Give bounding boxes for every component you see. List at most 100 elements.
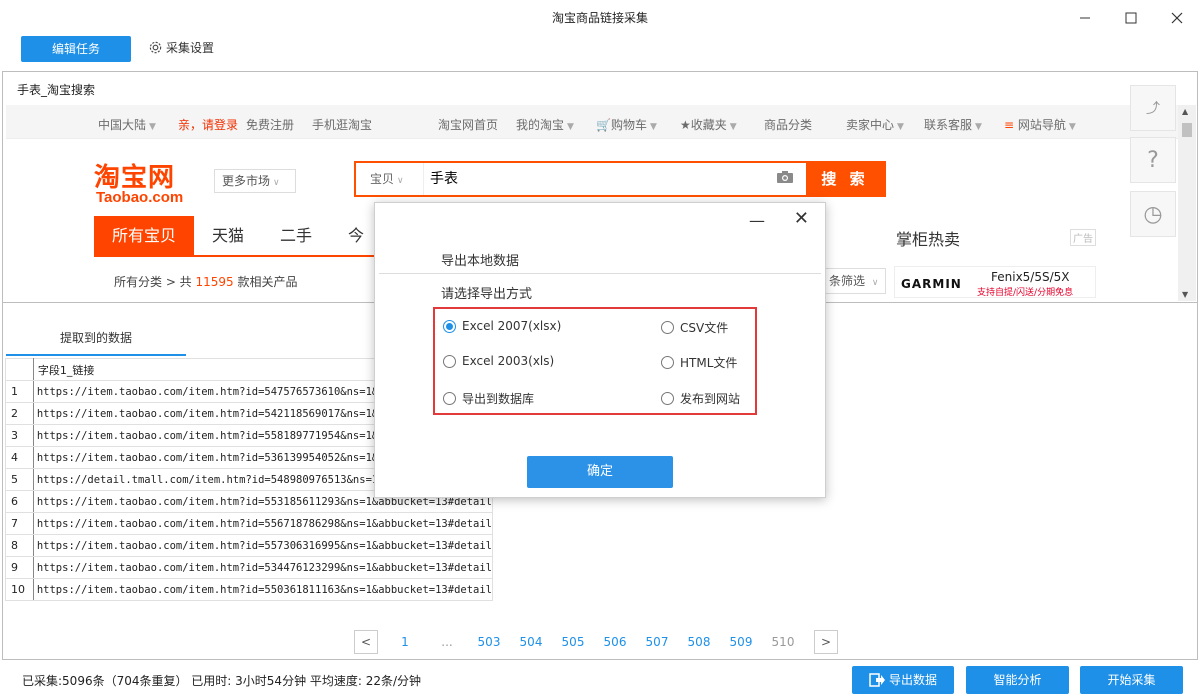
option-excel-2007[interactable]: Excel 2007(xlsx) — [443, 319, 561, 333]
chevron-down-icon: ▼ — [729, 122, 737, 132]
chevron-down-icon: ∨ — [273, 178, 280, 188]
window-title: 淘宝商品链接采集 — [551, 11, 648, 25]
close-button[interactable] — [1154, 0, 1200, 36]
window-controls — [1062, 0, 1200, 36]
radio-publish-website[interactable] — [661, 392, 674, 405]
chevron-down-icon: ∨ — [871, 278, 879, 288]
search-type-select[interactable]: 宝贝 ∨ — [356, 163, 424, 195]
prev-page-button[interactable]: < — [354, 630, 378, 654]
nav-customer-service[interactable]: 联系客服 ▼ — [924, 116, 982, 133]
search-button[interactable]: 搜 索 — [806, 163, 884, 195]
row-index: 5 — [5, 468, 34, 491]
dialog-close-button[interactable]: ✕ — [794, 208, 809, 229]
camera-icon[interactable] — [776, 170, 794, 188]
side-share-button[interactable]: ⤴ — [1130, 85, 1176, 131]
table-row[interactable]: 10 https://item.taobao.com/item.htm?id=55… — [5, 578, 494, 601]
page-number[interactable]: 504 — [510, 635, 552, 649]
ad-promo: 支持自提/闪送/分期免息 — [977, 288, 1074, 298]
page-number[interactable]: 510 — [762, 635, 804, 649]
row-index: 7 — [5, 512, 34, 535]
option-database[interactable]: 导出到数据库 — [443, 390, 534, 407]
side-history-button[interactable]: ◷ — [1130, 191, 1176, 237]
star-icon: ★ — [680, 118, 691, 132]
chevron-down-icon: ▼ — [1068, 122, 1076, 132]
start-collect-button[interactable]: 开始采集 — [1080, 666, 1183, 694]
radio-database[interactable] — [443, 392, 456, 405]
tab-secondhand[interactable]: 二手 — [262, 216, 330, 256]
export-options-group: Excel 2007(xlsx) CSV文件 Excel 2003(xls) H… — [433, 307, 757, 415]
nav-site-nav[interactable]: ≡ 网站导航 ▼ — [1004, 116, 1076, 133]
ad-brand: GARMIN — [901, 277, 962, 291]
next-page-button[interactable]: > — [814, 630, 838, 654]
page-number[interactable]: 1 — [384, 635, 426, 649]
row-link-cell[interactable]: https://item.taobao.com/item.htm?id=5567… — [32, 512, 494, 535]
table-row[interactable]: 8 https://item.taobao.com/item.htm?id=557… — [5, 534, 494, 557]
nav-seller-center[interactable]: 卖家中心 ▼ — [846, 116, 904, 133]
ad-banner[interactable]: GARMIN Fenix5/5S/5X 支持自提/闪送/分期免息 — [894, 266, 1096, 298]
confirm-button[interactable]: 确定 — [527, 456, 673, 488]
option-excel-2003[interactable]: Excel 2003(xls) — [443, 354, 554, 368]
gear-icon — [149, 41, 162, 54]
nav-register-link[interactable]: 免费注册 — [246, 116, 294, 133]
table-row[interactable]: 7 https://item.taobao.com/item.htm?id=556… — [5, 512, 494, 535]
radio-excel-2007[interactable] — [443, 319, 456, 333]
search-bar: 宝贝 ∨ 手表 搜 索 — [354, 161, 886, 197]
smart-analysis-button[interactable]: 智能分析 — [966, 666, 1069, 694]
nav-cart[interactable]: 🛒购物车 ▼ — [596, 116, 657, 133]
result-count: 11595 — [195, 275, 234, 289]
help-icon: ? — [1147, 147, 1159, 173]
radio-excel-2003[interactable] — [443, 354, 456, 368]
tab-all-items[interactable]: 所有宝贝 — [94, 216, 195, 256]
index-header — [5, 358, 34, 381]
scrollbar-thumb[interactable] — [1182, 123, 1192, 137]
nav-mobile-link[interactable]: 手机逛淘宝 — [312, 116, 372, 133]
edit-task-button[interactable]: 编辑任务 — [21, 36, 131, 62]
row-link-cell[interactable]: https://item.taobao.com/item.htm?id=5344… — [32, 556, 494, 579]
minimize-icon — [1080, 17, 1090, 19]
page-number[interactable]: 503 — [468, 635, 510, 649]
radio-html[interactable] — [661, 356, 674, 369]
page-number[interactable]: 505 — [552, 635, 594, 649]
radio-csv[interactable] — [661, 321, 674, 334]
page-number[interactable]: 508 — [678, 635, 720, 649]
nav-login-link[interactable]: 亲，请登录 — [178, 116, 238, 133]
filter-dropdown[interactable]: 条筛选 ∨ — [824, 268, 886, 294]
maximize-button[interactable] — [1108, 0, 1154, 36]
nav-region[interactable]: 中国大陆 ▼ — [98, 116, 156, 133]
nav-home-link[interactable]: 淘宝网首页 — [438, 116, 498, 133]
option-csv[interactable]: CSV文件 — [661, 319, 728, 336]
ad-badge: 广告 — [1070, 229, 1096, 246]
search-input[interactable]: 手表 — [430, 163, 770, 195]
table-row[interactable]: 9 https://item.taobao.com/item.htm?id=534… — [5, 556, 494, 579]
menu-icon: ≡ — [1004, 118, 1015, 132]
tab-tmall[interactable]: 天猫 — [194, 216, 262, 256]
nav-favorites[interactable]: ★收藏夹 ▼ — [680, 116, 737, 133]
export-data-button[interactable]: 导出数据 — [852, 666, 954, 694]
page-number[interactable]: 506 — [594, 635, 636, 649]
page-number[interactable]: 509 — [720, 635, 762, 649]
row-index: 10 — [5, 578, 34, 601]
option-publish-website[interactable]: 发布到网站 — [661, 390, 740, 407]
taobao-logo-en: Taobao.com — [96, 189, 184, 206]
dialog-minimize-button[interactable]: — — [749, 211, 765, 230]
collect-settings-button[interactable]: 采集设置 — [148, 39, 214, 56]
shopkeeper-hot-title: 掌柜热卖 — [896, 230, 961, 249]
row-link-cell[interactable]: https://item.taobao.com/item.htm?id=5503… — [32, 578, 494, 601]
row-link-cell[interactable]: https://item.taobao.com/item.htm?id=5573… — [32, 534, 494, 557]
nav-categories-link[interactable]: 商品分类 — [764, 116, 812, 133]
tab-extracted-data[interactable]: 提取到的数据 — [6, 328, 186, 356]
scroll-down-icon[interactable]: ▼ — [1182, 290, 1188, 299]
category-tabs: 所有宝贝 天猫 二手 今 — [94, 216, 382, 256]
chevron-down-icon: ▼ — [975, 122, 982, 132]
page-number[interactable]: 507 — [636, 635, 678, 649]
nav-my-taobao[interactable]: 我的淘宝 ▼ — [516, 116, 574, 133]
minimize-button[interactable] — [1062, 0, 1108, 36]
option-html[interactable]: HTML文件 — [661, 354, 737, 371]
toolbar: 编辑任务 采集设置 — [0, 36, 1200, 68]
side-help-button[interactable]: ? — [1130, 137, 1176, 183]
scroll-up-icon[interactable]: ▲ — [1182, 107, 1188, 116]
row-index: 6 — [5, 490, 34, 513]
more-market-dropdown[interactable]: 更多市场 ∨ — [214, 169, 296, 193]
browser-scrollbar[interactable]: ▲ ▼ — [1178, 105, 1196, 301]
status-bar: 已采集:5096条（704条重复） 已用时: 3小时54分钟 平均速度: 22条… — [0, 664, 1200, 700]
